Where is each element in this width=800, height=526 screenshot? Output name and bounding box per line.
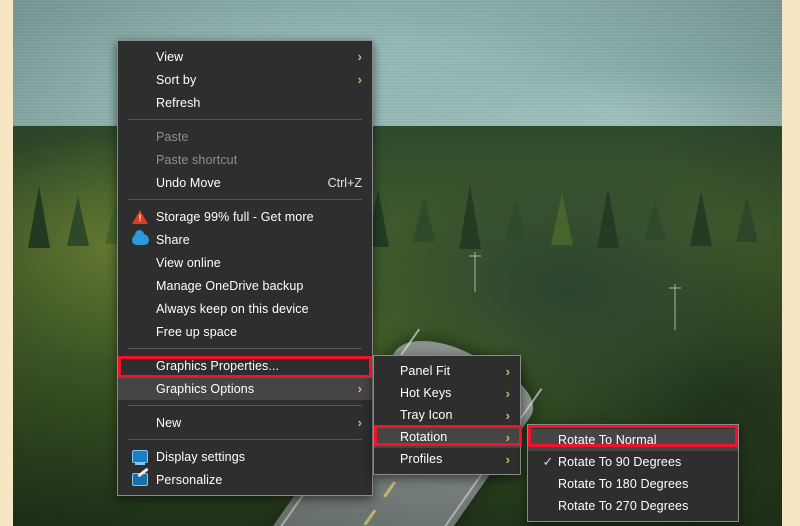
menu-item-label: Rotation	[400, 430, 448, 444]
chevron-right-icon: ›	[357, 72, 362, 87]
chevron-right-icon: ›	[505, 385, 510, 401]
warning-icon	[130, 209, 150, 225]
menu-item-label: Graphics Options	[156, 381, 255, 396]
monitor-icon-glyph	[132, 450, 148, 465]
menu-item-label: Rotate To 180 Degrees	[558, 477, 689, 491]
menu-item-sort-by[interactable]: Sort by ›	[118, 68, 372, 91]
warning-icon-glyph	[132, 209, 148, 224]
menu-item-label: Refresh	[156, 95, 201, 110]
menu-item-paste: Paste	[118, 125, 372, 148]
chevron-right-icon: ›	[505, 429, 510, 445]
personalize-icon	[130, 472, 150, 488]
menu-item-shortcut: Ctrl+Z	[327, 175, 362, 190]
menu-item-label: Profiles	[400, 452, 443, 466]
menu-item-free-up-space[interactable]: Free up space	[118, 320, 372, 343]
check-icon: ✓	[542, 454, 554, 469]
menu-item-label: Tray Icon	[400, 408, 453, 422]
menu-item-label: Sort by	[156, 72, 197, 87]
menu-item-label: Hot Keys	[400, 386, 452, 400]
menu-separator	[128, 405, 362, 406]
menu-item-view-online[interactable]: View online	[118, 251, 372, 274]
menu-item-panel-fit[interactable]: Panel Fit ›	[374, 360, 520, 382]
menu-item-view[interactable]: View ›	[118, 45, 372, 68]
chevron-right-icon: ›	[505, 407, 510, 423]
menu-item-paste-shortcut: Paste shortcut	[118, 148, 372, 171]
menu-item-rotation[interactable]: Rotation ›	[374, 426, 520, 448]
menu-item-always-keep-on-this-device[interactable]: Always keep on this device	[118, 297, 372, 320]
menu-item-label: Share	[156, 232, 190, 247]
menu-item-share[interactable]: Share	[118, 228, 372, 251]
chevron-right-icon: ›	[357, 49, 362, 64]
menu-item-refresh[interactable]: Refresh	[118, 91, 372, 114]
menu-item-rotate-to-normal[interactable]: Rotate To Normal	[528, 429, 738, 451]
menu-item-label: Undo Move	[156, 175, 221, 190]
menu-item-personalize[interactable]: Personalize	[118, 468, 372, 491]
menu-separator	[128, 439, 362, 440]
graphics-options-submenu[interactable]: Panel Fit › Hot Keys › Tray Icon › Rotation › Pr…	[373, 355, 521, 475]
desktop-context-menu[interactable]: View › Sort by › Refresh Paste Paste shortcut U…	[117, 40, 373, 496]
menu-item-graphics-options[interactable]: Graphics Options ›	[118, 377, 372, 400]
rotation-submenu[interactable]: Rotate To Normal ✓ Rotate To 90 Degrees Rot…	[527, 424, 739, 522]
menu-item-label: Storage 99% full - Get more	[156, 209, 314, 224]
menu-item-manage-onedrive-backup[interactable]: Manage OneDrive backup	[118, 274, 372, 297]
menu-item-label: Display settings	[156, 449, 246, 464]
menu-item-label: Graphics Properties...	[156, 358, 280, 373]
menu-item-storage-99-full-get-more[interactable]: Storage 99% full - Get more	[118, 205, 372, 228]
menu-item-hot-keys[interactable]: Hot Keys ›	[374, 382, 520, 404]
menu-item-label: Paste shortcut	[156, 152, 238, 167]
menu-item-rotate-to-180-degrees[interactable]: Rotate To 180 Degrees	[528, 473, 738, 495]
menu-item-label: Paste	[156, 129, 189, 144]
menu-item-tray-icon[interactable]: Tray Icon ›	[374, 404, 520, 426]
menu-item-label: New	[156, 415, 182, 430]
chevron-right-icon: ›	[505, 451, 510, 467]
chevron-right-icon: ›	[357, 415, 362, 430]
menu-separator	[128, 348, 362, 349]
menu-item-label: Rotate To 270 Degrees	[558, 499, 689, 513]
menu-item-rotate-to-90-degrees[interactable]: ✓ Rotate To 90 Degrees	[528, 451, 738, 473]
menu-item-profiles[interactable]: Profiles ›	[374, 448, 520, 470]
menu-separator	[128, 199, 362, 200]
chevron-right-icon: ›	[505, 363, 510, 379]
menu-item-new[interactable]: New ›	[118, 411, 372, 434]
chevron-right-icon: ›	[357, 381, 362, 396]
personalize-icon-glyph	[132, 473, 148, 486]
menu-item-display-settings[interactable]: Display settings	[118, 445, 372, 468]
menu-item-label: Panel Fit	[400, 364, 451, 378]
menu-item-label: Rotate To 90 Degrees	[558, 455, 682, 469]
menu-item-label: View online	[156, 255, 221, 270]
onedrive-cloud-icon	[130, 230, 150, 248]
menu-item-label: Free up space	[156, 324, 238, 339]
menu-item-label: Manage OneDrive backup	[156, 278, 304, 293]
menu-item-graphics-properties[interactable]: Graphics Properties...	[118, 354, 372, 377]
menu-item-rotate-to-270-degrees[interactable]: Rotate To 270 Degrees	[528, 495, 738, 517]
onedrive-cloud-icon-glyph	[131, 230, 149, 245]
menu-item-label: Personalize	[156, 472, 223, 487]
menu-item-undo-move[interactable]: Undo Move Ctrl+Z	[118, 171, 372, 194]
menu-item-label: Rotate To Normal	[558, 433, 657, 447]
menu-item-label: Always keep on this device	[156, 301, 309, 316]
monitor-icon	[130, 449, 150, 465]
menu-separator	[128, 119, 362, 120]
menu-item-label: View	[156, 49, 184, 64]
